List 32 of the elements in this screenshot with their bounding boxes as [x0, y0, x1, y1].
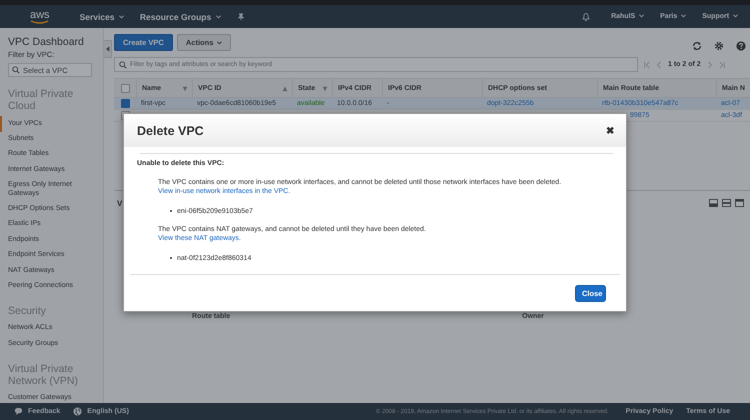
panel-layout-icon[interactable]: [722, 199, 731, 207]
sidebar-section-title: Security: [8, 304, 47, 317]
refresh-icon[interactable]: [692, 41, 702, 51]
panel-layout-icon[interactable]: [709, 199, 718, 207]
sidebar-title[interactable]: VPC Dashboard: [8, 36, 103, 48]
pin-icon[interactable]: [236, 12, 245, 20]
close-icon[interactable]: ✖: [606, 124, 614, 136]
caret-icon: [681, 14, 686, 18]
left-triangle-icon: [106, 46, 110, 52]
settings-icon[interactable]: [714, 41, 724, 51]
details-tab[interactable]: V: [117, 198, 122, 208]
search-icon: [12, 66, 20, 74]
sidebar-section-title: Virtual Private Network (VPN): [8, 362, 80, 387]
select-all-checkbox[interactable]: [120, 84, 130, 92]
dialog-title: Delete VPC: [137, 124, 205, 138]
bell-icon[interactable]: [581, 12, 592, 22]
aws-logo[interactable]: aws: [30, 8, 50, 24]
panel-layout-icon[interactable]: [735, 199, 744, 207]
globe-icon: [73, 407, 82, 416]
caret-icon: [639, 14, 644, 18]
caret-icon: [118, 15, 124, 20]
caret-icon: [733, 14, 738, 18]
search-icon: [119, 60, 127, 68]
nav-menu[interactable]: Resource Groups: [140, 12, 221, 22]
speech-bubble-icon: [14, 407, 23, 416]
help-icon[interactable]: [736, 41, 746, 51]
row-checkbox[interactable]: [120, 99, 130, 108]
nav-menu[interactable]: Services: [80, 12, 124, 22]
caret-icon: [216, 15, 221, 20]
collapse-sidebar-button[interactable]: [104, 40, 112, 58]
sidebar-section-title: Virtual Private Cloud: [8, 88, 74, 112]
caret-icon: [217, 40, 222, 45]
